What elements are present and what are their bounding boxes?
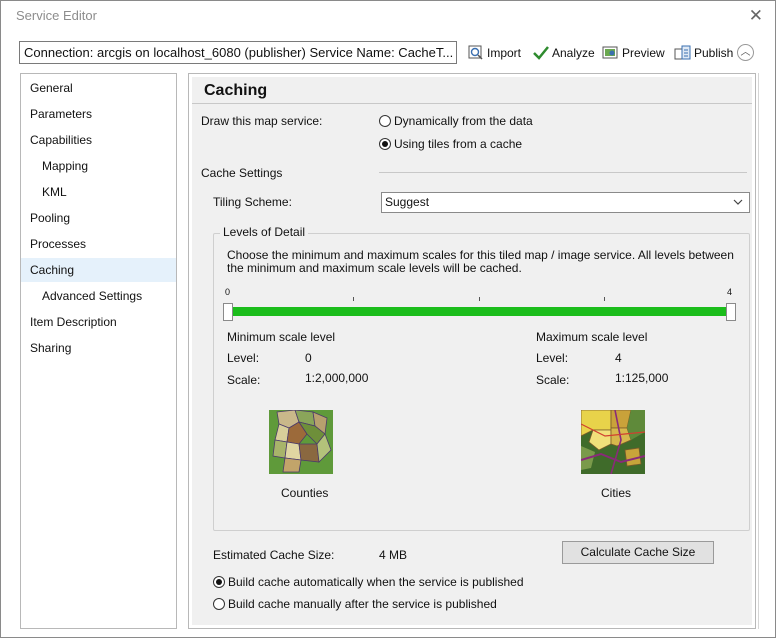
tiling-scheme-label: Tiling Scheme: (213, 195, 292, 209)
lod-slider-track[interactable] (233, 307, 731, 316)
slider-max-label: 4 (727, 287, 733, 297)
draw-label: Draw this map service: (201, 114, 323, 128)
min-level-label: Level: (227, 351, 260, 365)
connection-field: Connection: arcgis on localhost_6080 (pu… (19, 41, 457, 64)
estimated-cache-size-label: Estimated Cache Size: (213, 548, 335, 562)
caching-panel: Caching Draw this map service: Dynamical… (188, 73, 756, 629)
slider-min-label: 0 (225, 287, 231, 297)
radio-build-auto-label[interactable]: Build cache automatically when the servi… (228, 575, 524, 589)
preview-button[interactable]: Preview (602, 45, 665, 60)
lod-slider-max-handle[interactable] (726, 303, 736, 321)
publish-icon (674, 45, 691, 60)
max-scale-label: Scale: (536, 373, 570, 387)
sidebar-item-label: Advanced Settings (42, 289, 143, 303)
sidebar-item-kml[interactable]: KML (21, 180, 197, 204)
sidebar-item-general[interactable]: General (21, 76, 185, 100)
slider-tick (604, 297, 605, 301)
levels-of-detail-title: Levels of Detail (220, 225, 309, 239)
sidebar-item-label: Capabilities (30, 133, 93, 147)
service-editor-window: Service Editor ✕ Connection: arcgis on l… (0, 0, 776, 638)
counties-caption: Counties (281, 486, 329, 500)
sidebar-item-label: General (30, 81, 73, 95)
checkmark-icon (533, 46, 549, 60)
sidebar-nav: General Parameters Capabilities Mapping … (20, 73, 177, 629)
panel-edge (758, 73, 759, 629)
import-label: Import (487, 45, 522, 60)
sidebar-item-parameters[interactable]: Parameters (21, 102, 185, 126)
radio-tiles[interactable] (379, 138, 391, 150)
divider (379, 172, 747, 173)
min-scale-title: Minimum scale level (227, 330, 336, 344)
max-level-label: Level: (536, 351, 569, 365)
max-scale-title: Maximum scale level (536, 330, 648, 344)
cities-caption: Cities (601, 486, 632, 500)
preview-label: Preview (622, 45, 665, 60)
cache-settings-label: Cache Settings (201, 166, 283, 180)
calculate-cache-size-button[interactable]: Calculate Cache Size (562, 541, 714, 564)
slider-tick (479, 297, 480, 301)
sidebar-item-label: Processes (30, 237, 87, 251)
max-scale-value: 1:125,000 (615, 371, 669, 385)
counties-map-thumbnail (269, 410, 333, 474)
radio-dynamic-label[interactable]: Dynamically from the data (394, 114, 533, 128)
sidebar-item-advanced-settings[interactable]: Advanced Settings (21, 284, 197, 308)
radio-dynamic[interactable] (379, 115, 391, 127)
sidebar-item-label: Caching (30, 263, 75, 277)
import-icon (468, 45, 483, 60)
sidebar-item-processes[interactable]: Processes (21, 232, 185, 256)
analyze-button[interactable]: Analyze (533, 45, 595, 60)
publish-label: Publish (694, 45, 734, 60)
sidebar-item-caching[interactable]: Caching (21, 258, 176, 282)
sidebar-item-label: Item Description (30, 315, 117, 329)
sidebar-item-label: Pooling (30, 211, 71, 225)
import-button[interactable]: Import (468, 45, 521, 60)
estimated-cache-size-value: 4 MB (379, 548, 408, 562)
sidebar-item-item-description[interactable]: Item Description (21, 310, 185, 334)
preview-icon (602, 46, 618, 59)
caching-panel-body: Caching Draw this map service: Dynamical… (192, 77, 752, 625)
title-bar: Service Editor ✕ (1, 1, 775, 31)
collapse-chevron-up-icon[interactable]: ︿ (737, 44, 754, 61)
sidebar-item-sharing[interactable]: Sharing (21, 336, 185, 360)
sidebar-item-label: Parameters (30, 107, 93, 121)
radio-tiles-label[interactable]: Using tiles from a cache (394, 137, 522, 151)
window-title: Service Editor (16, 8, 97, 23)
sidebar-item-label: Sharing (30, 341, 72, 355)
analyze-label: Analyze (552, 45, 595, 60)
sidebar-item-mapping[interactable]: Mapping (21, 154, 197, 178)
sidebar-item-capabilities[interactable]: Capabilities (21, 128, 185, 152)
sidebar-item-pooling[interactable]: Pooling (21, 206, 185, 230)
tiling-scheme-select[interactable]: Suggest (381, 192, 750, 213)
cities-map-thumbnail (581, 410, 645, 474)
slider-tick (353, 297, 354, 301)
min-level-value: 0 (305, 351, 312, 365)
radio-build-auto[interactable] (213, 576, 225, 588)
lod-description: Choose the minimum and maximum scales fo… (227, 248, 734, 275)
close-icon[interactable]: ✕ (749, 6, 763, 26)
sidebar-item-label: Mapping (42, 159, 89, 173)
publish-button[interactable]: Publish (674, 45, 733, 60)
tiling-scheme-value: Suggest (385, 195, 430, 209)
page-title: Caching (204, 82, 268, 99)
chevron-down-icon (733, 199, 743, 205)
divider (192, 103, 752, 104)
min-scale-value: 1:2,000,000 (305, 371, 369, 385)
max-level-value: 4 (615, 351, 622, 365)
radio-build-manual-label[interactable]: Build cache manually after the service i… (228, 597, 497, 611)
sidebar-item-label: KML (42, 185, 67, 199)
radio-build-manual[interactable] (213, 598, 225, 610)
min-scale-label: Scale: (227, 373, 261, 387)
lod-slider-min-handle[interactable] (223, 303, 233, 321)
